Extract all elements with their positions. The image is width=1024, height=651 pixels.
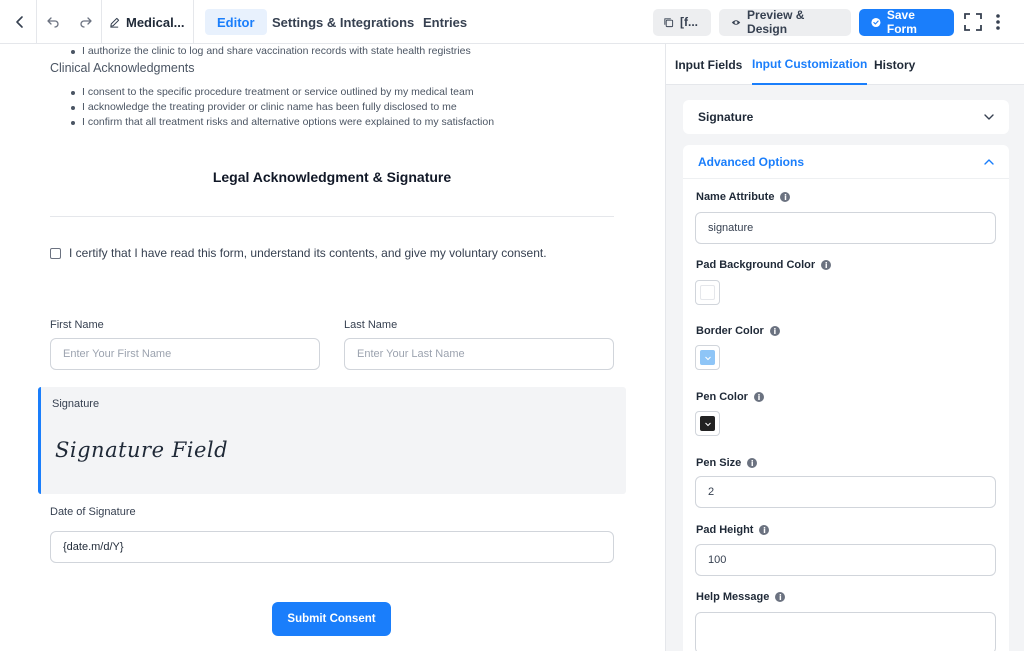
clinical-acknowledgments-heading: Clinical Acknowledgments xyxy=(50,61,195,75)
form-name-editor[interactable]: Medical... xyxy=(109,0,185,44)
info-icon: i xyxy=(775,592,786,602)
eye-icon xyxy=(731,19,741,25)
tab-settings-integrations[interactable]: Settings & Integrations xyxy=(260,0,426,44)
save-form-button[interactable]: Save Form xyxy=(859,0,954,44)
pen-size-input[interactable]: 2 xyxy=(695,476,996,508)
save-label: Save Form xyxy=(886,8,917,36)
tab-editor-label: Editor xyxy=(205,9,267,35)
redo-icon xyxy=(80,17,92,28)
last-name-label: Last Name xyxy=(344,319,398,331)
preview-design-button[interactable]: Preview & Design xyxy=(719,0,851,44)
help-message-label: Help Message i xyxy=(696,591,786,603)
pad-height-label: Pad Height i xyxy=(696,524,770,536)
pen-color-label-text: Pen Color xyxy=(696,391,748,403)
pad-background-color-picker[interactable] xyxy=(695,280,720,305)
signature-field-block[interactable]: Signature Signature Field xyxy=(38,387,626,494)
certify-checkbox[interactable] xyxy=(50,247,61,259)
copy-icon xyxy=(664,17,674,27)
list-item: I confirm that all treatment risks and a… xyxy=(70,116,495,128)
more-options-button[interactable] xyxy=(992,0,1004,44)
tab-entries-label: Entries xyxy=(423,14,468,30)
pencil-icon xyxy=(110,17,120,28)
preview-label: Preview & Design xyxy=(747,8,805,36)
shortcode-label: [f... xyxy=(680,15,698,29)
top-bar: Medical... Editor Settings & Integration… xyxy=(0,0,1024,44)
pen-size-label: Pen Size i xyxy=(696,457,758,469)
form-editor-canvas: I authorize the clinic to log and share … xyxy=(0,44,665,651)
tab-history[interactable]: History xyxy=(874,44,915,85)
list-item: I authorize the clinic to log and share … xyxy=(71,45,471,57)
signature-settings-card[interactable]: Signature xyxy=(683,100,1009,134)
info-icon: i xyxy=(769,326,780,336)
section-title: Legal Acknowledgment & Signature xyxy=(212,169,452,185)
name-attribute-label: Name Attribute i xyxy=(696,191,791,203)
list-item: I acknowledge the treating provider or c… xyxy=(71,101,457,113)
name-attribute-label-text: Name Attribute xyxy=(696,191,775,203)
advanced-options-header[interactable]: Advanced Options xyxy=(683,145,1009,179)
panel-tabs: Input Fields Input Customization History xyxy=(666,44,1024,85)
pad-background-color-swatch xyxy=(700,285,715,300)
check-circle-icon xyxy=(871,17,881,27)
help-message-label-text: Help Message xyxy=(696,591,770,603)
chevron-left-icon xyxy=(16,16,23,28)
submit-consent-button[interactable]: Submit Consent xyxy=(272,602,391,636)
form-name: Medical... xyxy=(126,14,185,30)
info-icon: i xyxy=(759,525,770,535)
border-color-picker[interactable] xyxy=(695,345,720,370)
border-color-swatch xyxy=(700,350,715,365)
undo-icon xyxy=(47,17,59,28)
list-item: I consent to the specific procedure trea… xyxy=(71,86,474,98)
redo-button[interactable] xyxy=(75,0,97,44)
first-name-label: First Name xyxy=(50,319,104,331)
info-icon: i xyxy=(821,260,832,270)
shortcode-button[interactable]: [f... xyxy=(653,0,711,44)
help-message-textarea[interactable] xyxy=(695,612,996,651)
chevron-down-icon xyxy=(704,356,711,360)
tab-editor[interactable]: Editor xyxy=(205,0,267,44)
signature-card-title: Signature xyxy=(698,110,754,124)
info-icon: i xyxy=(753,392,764,402)
tab-input-customization[interactable]: Input Customization xyxy=(752,44,868,85)
pen-color-swatch xyxy=(700,416,715,431)
pad-background-color-label: Pad Background Color i xyxy=(696,259,832,271)
undo-button[interactable] xyxy=(42,0,64,44)
first-name-input[interactable]: Enter Your First Name xyxy=(50,338,320,370)
back-button[interactable] xyxy=(8,0,32,44)
chevron-down-icon xyxy=(704,422,711,426)
divider xyxy=(50,216,614,217)
info-icon: i xyxy=(780,192,791,202)
signature-label: Signature xyxy=(52,398,100,410)
fullscreen-icon xyxy=(964,13,982,31)
tab-input-fields[interactable]: Input Fields xyxy=(675,44,742,85)
pen-color-picker[interactable] xyxy=(695,411,720,436)
signature-placeholder-script: Signature Field xyxy=(55,438,229,462)
certify-checkbox-field: I certify that I have read this form, un… xyxy=(50,246,547,260)
border-color-label: Border Color i xyxy=(696,325,780,337)
date-of-signature-label: Date of Signature xyxy=(50,506,136,518)
last-name-input[interactable]: Enter Your Last Name xyxy=(344,338,614,370)
name-attribute-input[interactable]: signature xyxy=(695,212,996,244)
pen-size-label-text: Pen Size xyxy=(696,457,742,469)
date-of-signature-input[interactable]: {date.m/d/Y} xyxy=(50,531,614,563)
pad-height-input[interactable]: 100 xyxy=(695,544,996,576)
info-icon: i xyxy=(747,458,758,468)
tab-entries[interactable]: Entries xyxy=(411,0,479,44)
advanced-options-title: Advanced Options xyxy=(698,154,805,169)
settings-panel: Input Fields Input Customization History… xyxy=(665,44,1024,651)
chevron-down-icon xyxy=(984,114,994,120)
pad-background-color-label-text: Pad Background Color xyxy=(696,259,816,271)
kebab-menu-icon xyxy=(996,14,1000,30)
fullscreen-button[interactable] xyxy=(962,0,984,44)
tab-settings-label: Settings & Integrations xyxy=(272,14,415,30)
certify-text: I certify that I have read this form, un… xyxy=(69,246,547,260)
advanced-options-card: Advanced Options Name Attribute i signat… xyxy=(683,145,1009,651)
pen-color-label: Pen Color i xyxy=(696,391,764,403)
chevron-up-icon xyxy=(984,158,994,165)
pad-height-label-text: Pad Height xyxy=(696,524,754,536)
border-color-label-text: Border Color xyxy=(696,325,764,337)
